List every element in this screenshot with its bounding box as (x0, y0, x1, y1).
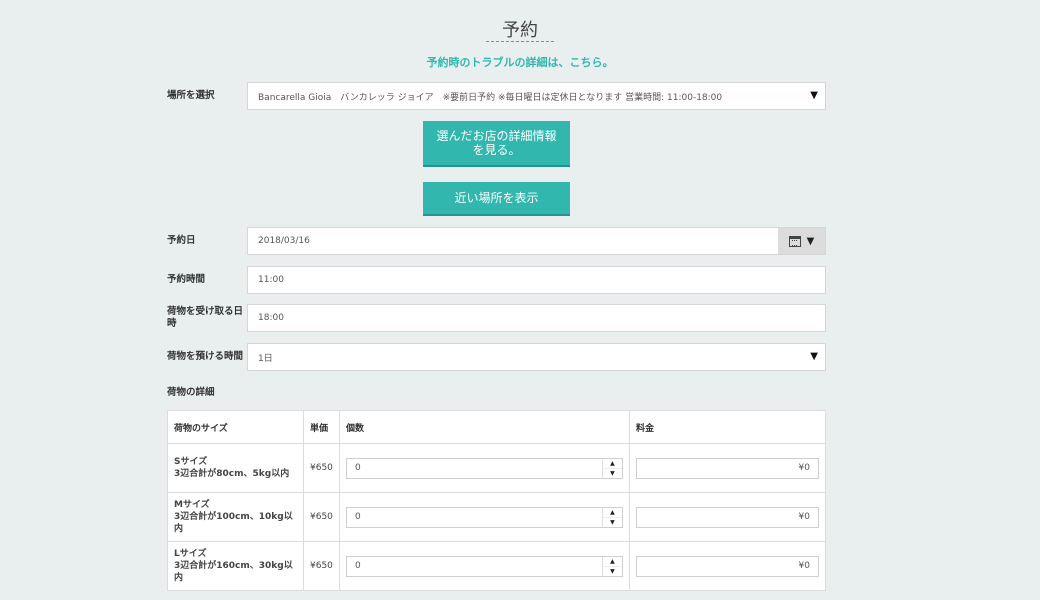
size-description: 3辺合計が100cm、10kg以内 (174, 512, 293, 534)
fee-value: ¥0 (798, 463, 810, 473)
page-title: 予約 (502, 20, 538, 41)
duration-value: 1日 (258, 353, 273, 364)
fee-cell: ¥0 (628, 443, 827, 493)
luggage-section-label: 荷物の詳細 (167, 387, 215, 398)
title-underline (486, 41, 554, 42)
fee-cell: ¥0 (628, 492, 827, 542)
unit-price: ¥650 (303, 541, 340, 591)
calendar-icon (788, 235, 801, 247)
size-cell: Sサイズ 3辺合計が80cm、5kg以内 (167, 443, 304, 493)
quantity-value: 0 (354, 561, 361, 571)
store-details-button-label: 選んだお店の詳細情報を見る。 (436, 129, 557, 157)
spinner-down-icon[interactable]: ▼ (603, 518, 622, 527)
date-picker-toggle[interactable]: ▼ (778, 228, 825, 254)
trouble-details-link[interactable]: 予約時のトラブルの詳細は、こちら。 (0, 54, 1040, 70)
store-details-button[interactable]: 選んだお店の詳細情報を見る。 (423, 121, 570, 167)
duration-label: 荷物を預ける時間 (167, 351, 244, 362)
stepper-controls: ▲ ▼ (601, 507, 622, 527)
size-name: Mサイズ (174, 500, 210, 510)
stepper-controls: ▲ ▼ (601, 556, 622, 576)
pickup-field[interactable]: 18:00 (247, 304, 826, 332)
column-header-size: 荷物のサイズ (167, 410, 304, 444)
size-description: 3辺合計が80cm、5kg以内 (174, 469, 290, 479)
column-header-fee: 料金 (628, 410, 827, 444)
size-name: Lサイズ (174, 549, 207, 559)
date-label: 予約日 (167, 235, 196, 246)
nearby-locations-button[interactable]: 近い場所を表示 (423, 182, 570, 216)
caret-down-icon: ▼ (806, 235, 815, 247)
pickup-label: 荷物を受け取る日時 (167, 306, 244, 329)
luggage-table: 荷物のサイズ 単価 個数 料金 Sサイズ 3辺合計が80cm、5kg以内 ¥65… (167, 410, 827, 591)
date-field[interactable]: 2018/03/16 ▼ (247, 227, 826, 255)
quantity-cell: 0 ▲ ▼ (338, 541, 630, 591)
nearby-locations-button-label: 近い場所を表示 (454, 191, 539, 205)
fee-value: ¥0 (798, 561, 810, 571)
column-header-quantity: 個数 (338, 410, 630, 444)
quantity-cell: 0 ▲ ▼ (338, 443, 630, 493)
table-row: Sサイズ 3辺合計が80cm、5kg以内 ¥650 0 ▲ ▼ ¥0 (167, 443, 827, 493)
duration-select[interactable]: 1日 ▼ (247, 343, 826, 371)
quantity-stepper[interactable]: 0 ▲ ▼ (345, 555, 623, 577)
spinner-up-icon[interactable]: ▲ (602, 459, 622, 469)
column-header-price: 単価 (303, 410, 340, 444)
location-label: 場所を選択 (167, 90, 215, 101)
caret-down-icon: ▼ (810, 351, 818, 362)
quantity-value: 0 (354, 512, 361, 522)
spinner-up-icon[interactable]: ▲ (602, 508, 622, 518)
spinner-down-icon[interactable]: ▼ (603, 567, 622, 576)
location-selected-value: Bancarella Gioia バンカレッラ ジョイア ※要前日予約 ※毎日曜… (258, 92, 723, 103)
date-value: 2018/03/16 (258, 236, 310, 246)
size-cell: Mサイズ 3辺合計が100cm、10kg以内 (167, 492, 304, 542)
size-name: Sサイズ (174, 457, 208, 467)
time-value: 11:00 (258, 275, 284, 285)
stepper-controls: ▲ ▼ (601, 458, 622, 478)
time-label: 予約時間 (167, 274, 206, 285)
table-row: Mサイズ 3辺合計が100cm、10kg以内 ¥650 0 ▲ ▼ ¥0 (167, 492, 827, 542)
size-cell: Lサイズ 3辺合計が160cm、30kg以内 (167, 541, 304, 591)
quantity-stepper[interactable]: 0 ▲ ▼ (345, 457, 623, 479)
table-header-row: 荷物のサイズ 単価 個数 料金 (167, 410, 827, 444)
table-row: Lサイズ 3辺合計が160cm、30kg以内 ¥650 0 ▲ ▼ ¥0 (167, 541, 827, 591)
fee-field: ¥0 (635, 506, 819, 528)
quantity-stepper[interactable]: 0 ▲ ▼ (345, 506, 623, 528)
time-field[interactable]: 11:00 (247, 266, 826, 294)
location-select[interactable]: Bancarella Gioia バンカレッラ ジョイア ※要前日予約 ※毎日曜… (247, 82, 826, 110)
pickup-value: 18:00 (258, 313, 284, 323)
fee-field: ¥0 (635, 555, 819, 577)
fee-cell: ¥0 (628, 541, 827, 591)
quantity-value: 0 (354, 463, 361, 473)
unit-price: ¥650 (303, 492, 340, 542)
size-description: 3辺合計が160cm、30kg以内 (174, 561, 293, 583)
spinner-up-icon[interactable]: ▲ (602, 557, 622, 567)
quantity-cell: 0 ▲ ▼ (338, 492, 630, 542)
fee-value: ¥0 (798, 512, 810, 522)
caret-down-icon: ▼ (810, 90, 818, 101)
fee-field: ¥0 (635, 457, 819, 479)
spinner-down-icon[interactable]: ▼ (603, 469, 622, 478)
unit-price: ¥650 (303, 443, 340, 493)
